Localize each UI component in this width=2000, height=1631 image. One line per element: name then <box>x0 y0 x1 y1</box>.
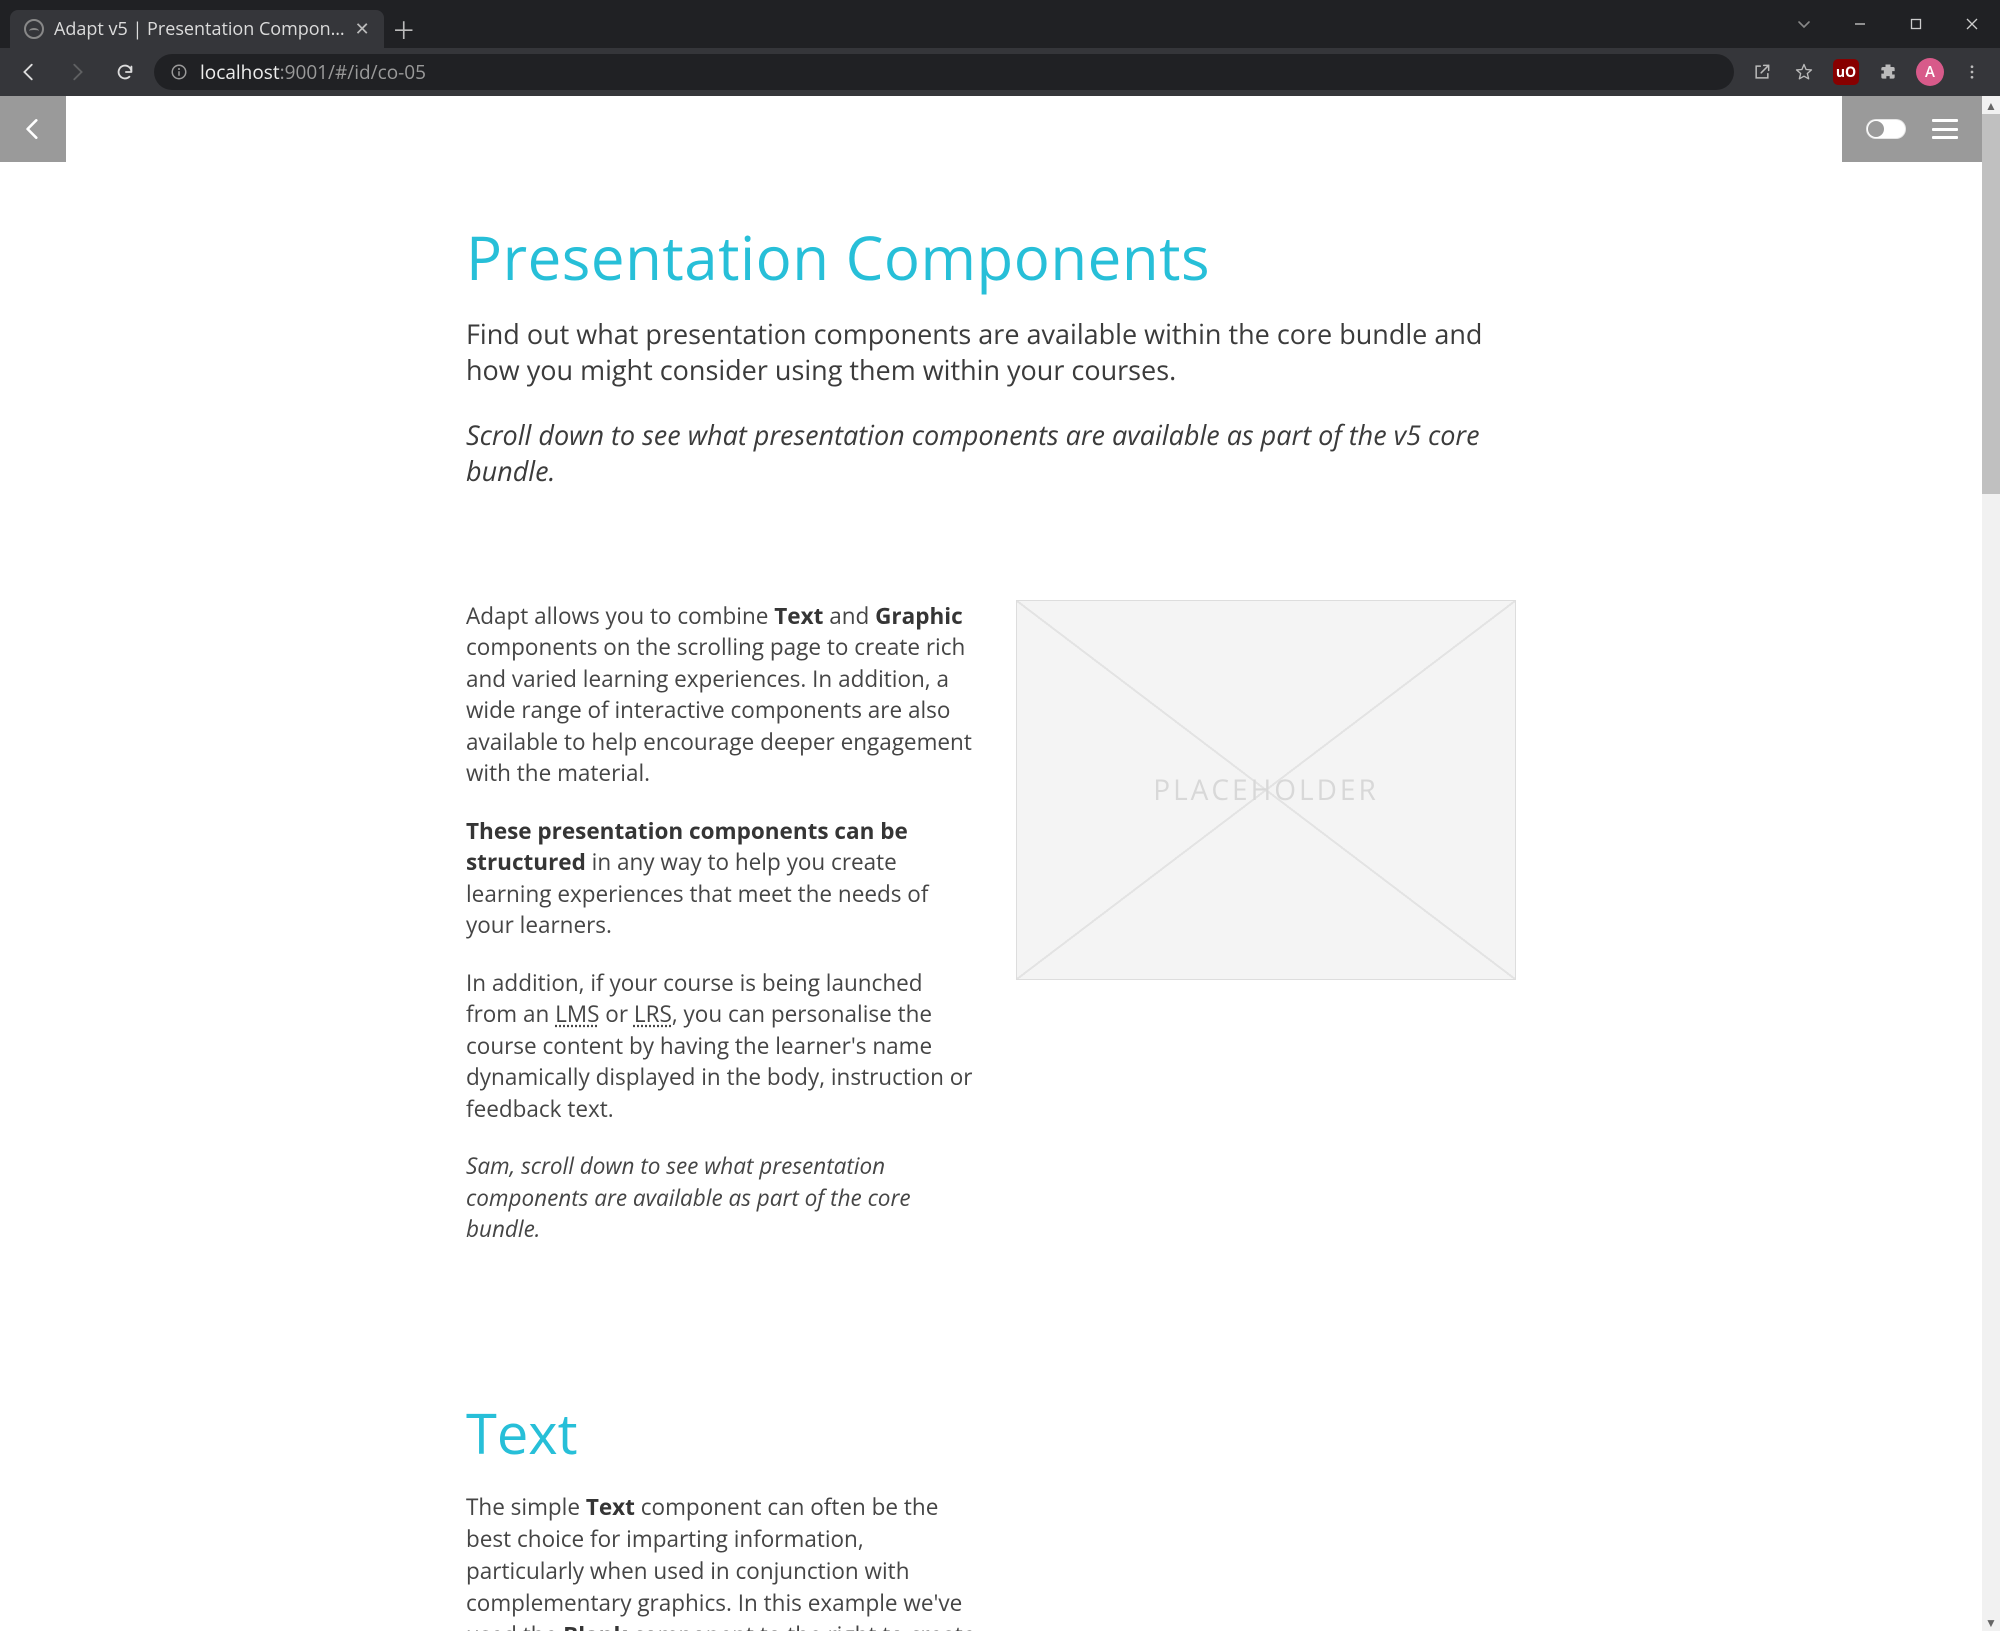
url-text: localhost:9001/#/id/co-05 <box>200 59 426 85</box>
scrollbar-thumb[interactable] <box>1982 114 2000 494</box>
text: Adapt allows you to combine <box>466 600 774 631</box>
placeholder-image: PLACEHOLDER <box>1016 600 1516 980</box>
text: The simple <box>466 1491 586 1522</box>
course-toolbar <box>1842 96 1982 162</box>
bold-text: Text <box>774 600 823 631</box>
window-controls <box>1832 0 2000 48</box>
page-instruction: Scroll down to see what presentation com… <box>466 417 1516 490</box>
extensions-icon[interactable] <box>1870 54 1906 90</box>
text: components on the scrolling page to crea… <box>466 631 972 788</box>
tabs-dropdown-icon[interactable] <box>1776 0 1832 48</box>
bold-text: Text <box>586 1491 635 1522</box>
placeholder-label: PLACEHOLDER <box>1153 771 1379 809</box>
browser-window: Adapt v5 | Presentation Compon… ✕ ＋ <box>0 0 2000 1631</box>
intro-graphic: PLACEHOLDER <box>1016 600 1516 1245</box>
tab-title: Adapt v5 | Presentation Compon… <box>54 17 345 41</box>
ublock-extension-icon[interactable]: uO <box>1828 54 1864 90</box>
section-title-text: Text <box>466 1395 1516 1471</box>
vertical-scrollbar[interactable]: ▲ ▼ <box>1982 96 2000 1631</box>
text-section-body: The simple Text component can often be t… <box>466 1491 986 1631</box>
course-back-button[interactable] <box>0 96 66 162</box>
new-tab-button[interactable]: ＋ <box>384 10 424 48</box>
profile-avatar[interactable]: A <box>1912 54 1948 90</box>
text: or <box>599 998 633 1029</box>
scroll-down-icon[interactable]: ▼ <box>1982 1613 2000 1631</box>
share-icon[interactable] <box>1744 54 1780 90</box>
page-content: Presentation Components Find out what pr… <box>0 96 1982 1631</box>
browser-tab[interactable]: Adapt v5 | Presentation Compon… ✕ <box>10 10 384 48</box>
kebab-menu-icon[interactable] <box>1954 54 1990 90</box>
forward-button[interactable] <box>58 53 96 91</box>
intro-callout: Sam, scroll down to see what presentatio… <box>466 1150 976 1245</box>
url-input[interactable]: localhost:9001/#/id/co-05 <box>154 54 1734 90</box>
address-bar: localhost:9001/#/id/co-05 uO A <box>0 48 2000 96</box>
minimize-button[interactable] <box>1832 0 1888 48</box>
intro-block: Adapt allows you to combine Text and Gra… <box>466 600 1516 1245</box>
drawer-menu-button[interactable] <box>1932 119 1958 139</box>
accessibility-toggle[interactable] <box>1866 119 1906 139</box>
close-tab-icon[interactable]: ✕ <box>355 17 370 41</box>
maximize-button[interactable] <box>1888 0 1944 48</box>
viewport: Presentation Components Find out what pr… <box>0 96 2000 1631</box>
text: and <box>823 600 875 631</box>
scroll-up-icon[interactable]: ▲ <box>1982 96 2000 114</box>
titlebar: Adapt v5 | Presentation Compon… ✕ ＋ <box>0 0 2000 48</box>
abbrev-lrs: LRS <box>634 998 672 1029</box>
bold-text: Blank <box>563 1619 627 1631</box>
reload-button[interactable] <box>106 53 144 91</box>
bold-text: Graphic <box>875 600 963 631</box>
page-title: Presentation Components <box>466 216 1516 298</box>
globe-icon <box>24 19 44 39</box>
bookmark-icon[interactable] <box>1786 54 1822 90</box>
close-window-button[interactable] <box>1944 0 2000 48</box>
page-lead: Find out what presentation components ar… <box>466 316 1516 389</box>
abbrev-lms: LMS <box>555 998 599 1029</box>
back-button[interactable] <box>10 53 48 91</box>
site-info-icon[interactable] <box>170 63 188 81</box>
intro-text: Adapt allows you to combine Text and Gra… <box>466 600 976 1245</box>
